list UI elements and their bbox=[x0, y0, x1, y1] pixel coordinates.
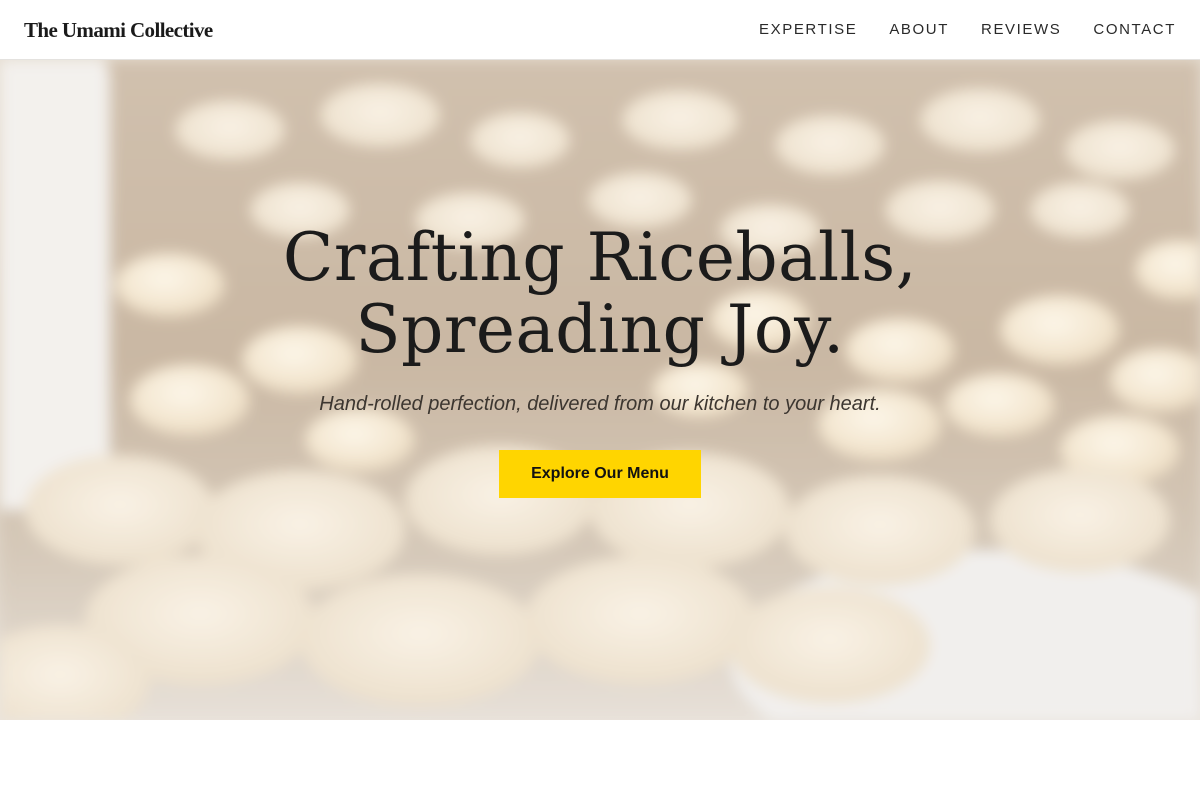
brand-logo[interactable]: The Umami Collective bbox=[24, 16, 213, 44]
nav-link-expertise[interactable]: EXPERTISE bbox=[759, 21, 857, 38]
explore-menu-button[interactable]: Explore Our Menu bbox=[499, 450, 701, 498]
hero-title-line-2: Spreading Joy. bbox=[355, 291, 845, 368]
nav-item-about: ABOUT bbox=[889, 21, 949, 39]
nav-link-reviews[interactable]: REVIEWS bbox=[981, 21, 1061, 38]
hero-content: Crafting Riceballs, Spreading Joy. Hand-… bbox=[0, 60, 1200, 720]
hero-subtitle: Hand-rolled perfection, delivered from o… bbox=[319, 393, 881, 415]
site-header: The Umami Collective EXPERTISE ABOUT REV… bbox=[0, 0, 1200, 60]
hero-section: Crafting Riceballs, Spreading Joy. Hand-… bbox=[0, 60, 1200, 720]
nav-item-contact: CONTACT bbox=[1093, 21, 1176, 39]
hero-title-line-1: Crafting Riceballs, bbox=[282, 219, 918, 296]
nav-item-expertise: EXPERTISE bbox=[759, 21, 857, 39]
nav-link-contact[interactable]: CONTACT bbox=[1093, 21, 1176, 38]
main-nav: EXPERTISE ABOUT REVIEWS CONTACT bbox=[759, 0, 1176, 60]
below-fold-section bbox=[0, 720, 1200, 800]
nav-link-about[interactable]: ABOUT bbox=[889, 21, 949, 38]
nav-item-reviews: REVIEWS bbox=[981, 21, 1061, 39]
hero-title: Crafting Riceballs, Spreading Joy. bbox=[100, 222, 1100, 366]
